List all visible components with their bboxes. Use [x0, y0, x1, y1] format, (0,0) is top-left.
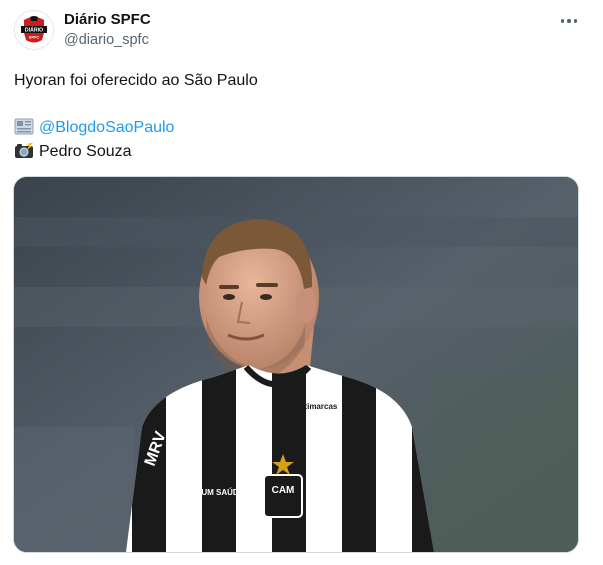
avatar-logo-bottom-text: SPFC	[29, 35, 40, 40]
jersey-crest-text: CAM	[272, 485, 295, 496]
tweet-card: DIÁRIO SPFC Diário SPFC @diario_spfc Hyo…	[0, 0, 603, 565]
author-handle[interactable]: @diario_spfc	[64, 32, 149, 48]
avatar-logo-top-text: DIÁRIO	[25, 27, 43, 34]
photo-credit-text: Pedro Souza	[39, 143, 132, 160]
author-display-name[interactable]: Diário SPFC	[64, 11, 151, 28]
diario-spfc-logo-icon: DIÁRIO SPFC	[17, 13, 51, 47]
photo-credit-line: Pedro Souza	[14, 142, 132, 162]
source-mention-link[interactable]: @BlogdoSaoPaulo	[39, 119, 174, 136]
author-avatar[interactable]: DIÁRIO SPFC	[14, 10, 54, 50]
source-line: @BlogdoSaoPaulo	[14, 118, 174, 138]
more-options-icon[interactable]	[556, 11, 582, 31]
tweet-text: Hyoran foi oferecido ao São Paulo	[14, 72, 258, 89]
jersey-shoulder-sponsor-text: Multimarcas	[291, 402, 338, 411]
player-photo-image: CAM PREMIUM SAÚDE Multimarcas MRV MRV	[14, 177, 578, 552]
tweet-photo[interactable]: CAM PREMIUM SAÚDE Multimarcas MRV MRV	[13, 176, 579, 553]
jersey-chest-sponsor-text: PREMIUM SAÚDE	[176, 488, 245, 497]
newspaper-icon	[14, 118, 34, 135]
camera-flash-icon	[15, 143, 33, 158]
